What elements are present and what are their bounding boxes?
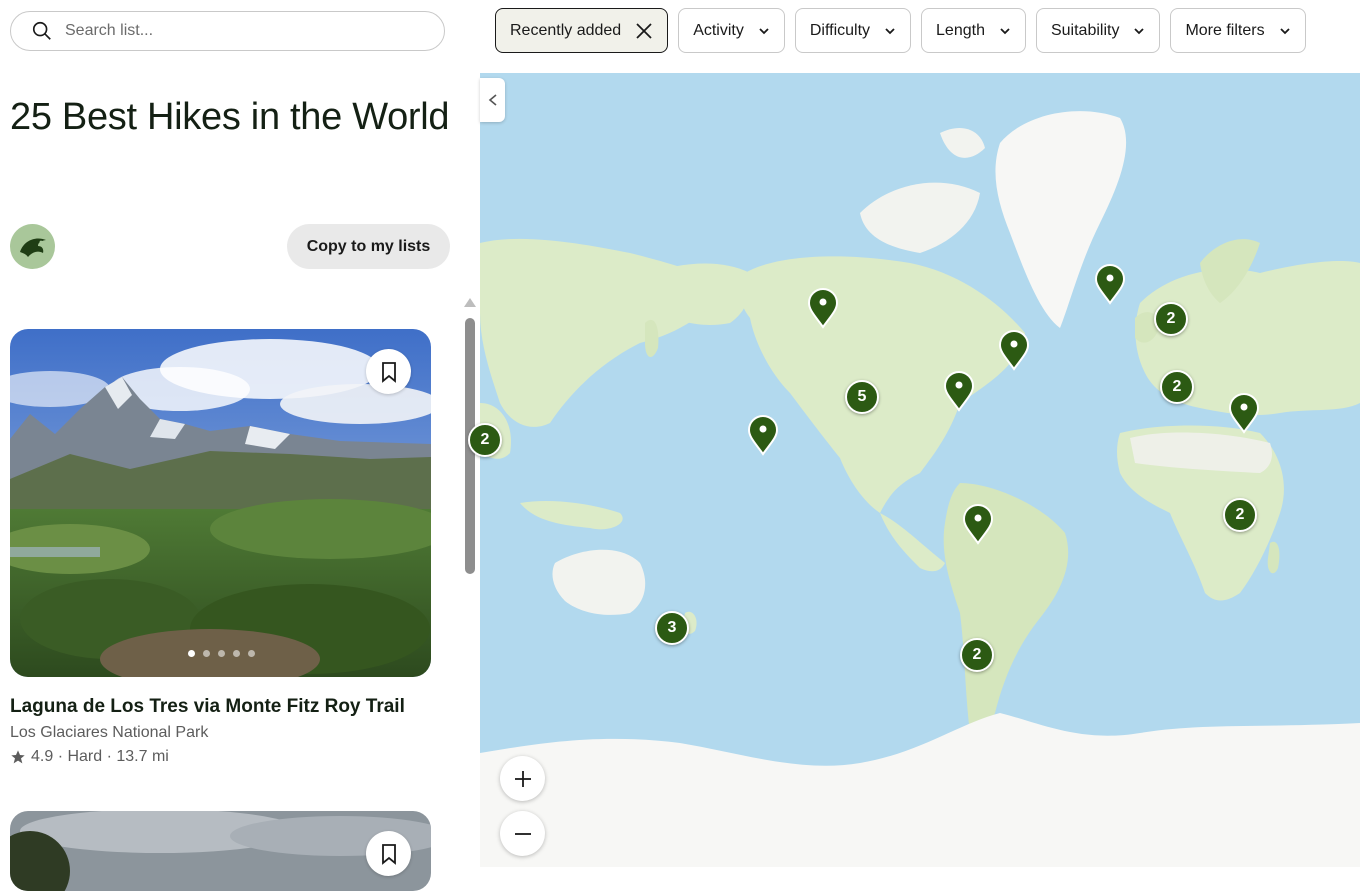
map-pin-eastern-us[interactable] [943, 370, 975, 412]
filter-length[interactable]: Length [921, 8, 1026, 53]
search-icon [32, 21, 51, 40]
map-cluster-northern-europe[interactable]: 2 [1154, 302, 1188, 336]
map-cluster-new-zealand[interactable]: 3 [655, 611, 689, 645]
filter-label: Suitability [1050, 21, 1120, 39]
filter-recently-added[interactable]: Recently added [495, 8, 669, 53]
scrollbar-up-arrow[interactable] [464, 298, 476, 307]
collapse-panel-button[interactable] [480, 78, 505, 122]
list-title: 25 Best Hikes in the World [10, 96, 450, 138]
cluster-count: 2 [1172, 378, 1182, 395]
trail-card-photo[interactable] [10, 329, 431, 677]
photo-pager-dots [188, 650, 255, 657]
minus-icon [514, 832, 531, 835]
pager-dot[interactable] [248, 650, 255, 657]
filter-activity[interactable]: Activity [678, 8, 785, 53]
map-cluster-east-asia[interactable]: 2 [468, 423, 502, 457]
bookmark-button[interactable] [366, 349, 411, 394]
chevron-down-icon [1000, 27, 1010, 34]
bookmark-button[interactable] [366, 831, 411, 876]
chevron-left-icon [488, 94, 497, 106]
trail-meta: 4.9 · Hard · 13.7 mi [10, 748, 169, 766]
map-pin-hawaii[interactable] [747, 414, 779, 456]
trail-meta-text: 4.9 · Hard · 13.7 mi [31, 748, 169, 765]
cluster-count: 2 [1166, 310, 1176, 327]
filter-label: Difficulty [809, 21, 871, 39]
cluster-count: 2 [1235, 506, 1245, 523]
cluster-count: 2 [480, 431, 490, 448]
star-icon [11, 750, 25, 764]
map-cluster-west-north-america[interactable]: 5 [845, 380, 879, 414]
map-cluster-east-africa[interactable]: 2 [1223, 498, 1257, 532]
close-icon[interactable] [635, 22, 653, 40]
bookmark-icon [381, 361, 396, 383]
chevron-down-icon [1279, 27, 1290, 34]
map-pin-peru[interactable] [962, 503, 994, 545]
map-pin-alaska[interactable] [807, 287, 839, 329]
cluster-count: 5 [857, 388, 867, 405]
pager-dot[interactable] [203, 650, 210, 657]
pager-dot[interactable] [218, 650, 225, 657]
search-box[interactable] [10, 11, 445, 51]
world-map[interactable] [480, 73, 1360, 867]
filter-more[interactable]: More filters [1170, 8, 1306, 53]
map-tiles [480, 111, 1360, 867]
filter-label: More filters [1185, 21, 1265, 39]
cluster-count: 2 [972, 646, 982, 663]
map-pin-iceland[interactable] [1094, 263, 1126, 305]
zoom-out-button[interactable] [500, 811, 545, 856]
filter-label: Length [936, 21, 985, 39]
trail-park: Los Glaciares National Park [10, 724, 209, 741]
filter-suitability[interactable]: Suitability [1035, 8, 1161, 53]
filter-label: Recently added [510, 21, 622, 39]
search-input[interactable] [65, 22, 405, 40]
plus-icon [514, 770, 531, 787]
eagle-icon [19, 238, 46, 257]
cluster-count: 3 [667, 619, 677, 636]
trail-card-photo-2[interactable] [10, 811, 431, 891]
chevron-down-icon [1134, 27, 1145, 34]
filter-label: Activity [693, 21, 744, 39]
map-cluster-central-europe[interactable]: 2 [1160, 370, 1194, 404]
map-pin-middle-east[interactable] [1228, 392, 1260, 434]
trail-title[interactable]: Laguna de Los Tres via Monte Fitz Roy Tr… [10, 696, 405, 718]
filter-bar: Recently added Activity Difficulty Lengt… [495, 8, 1306, 53]
bookmark-icon [381, 843, 396, 865]
copy-to-lists-button[interactable]: Copy to my lists [287, 224, 450, 269]
avatar[interactable] [10, 224, 55, 269]
pager-dot[interactable] [233, 650, 240, 657]
filter-difficulty[interactable]: Difficulty [794, 8, 912, 53]
zoom-in-button[interactable] [500, 756, 545, 801]
chevron-down-icon [759, 27, 769, 34]
chevron-down-icon [885, 27, 895, 34]
pager-dot-active[interactable] [188, 650, 195, 657]
map-pin-eastern-canada[interactable] [998, 329, 1030, 371]
map-cluster-patagonia[interactable]: 2 [960, 638, 994, 672]
